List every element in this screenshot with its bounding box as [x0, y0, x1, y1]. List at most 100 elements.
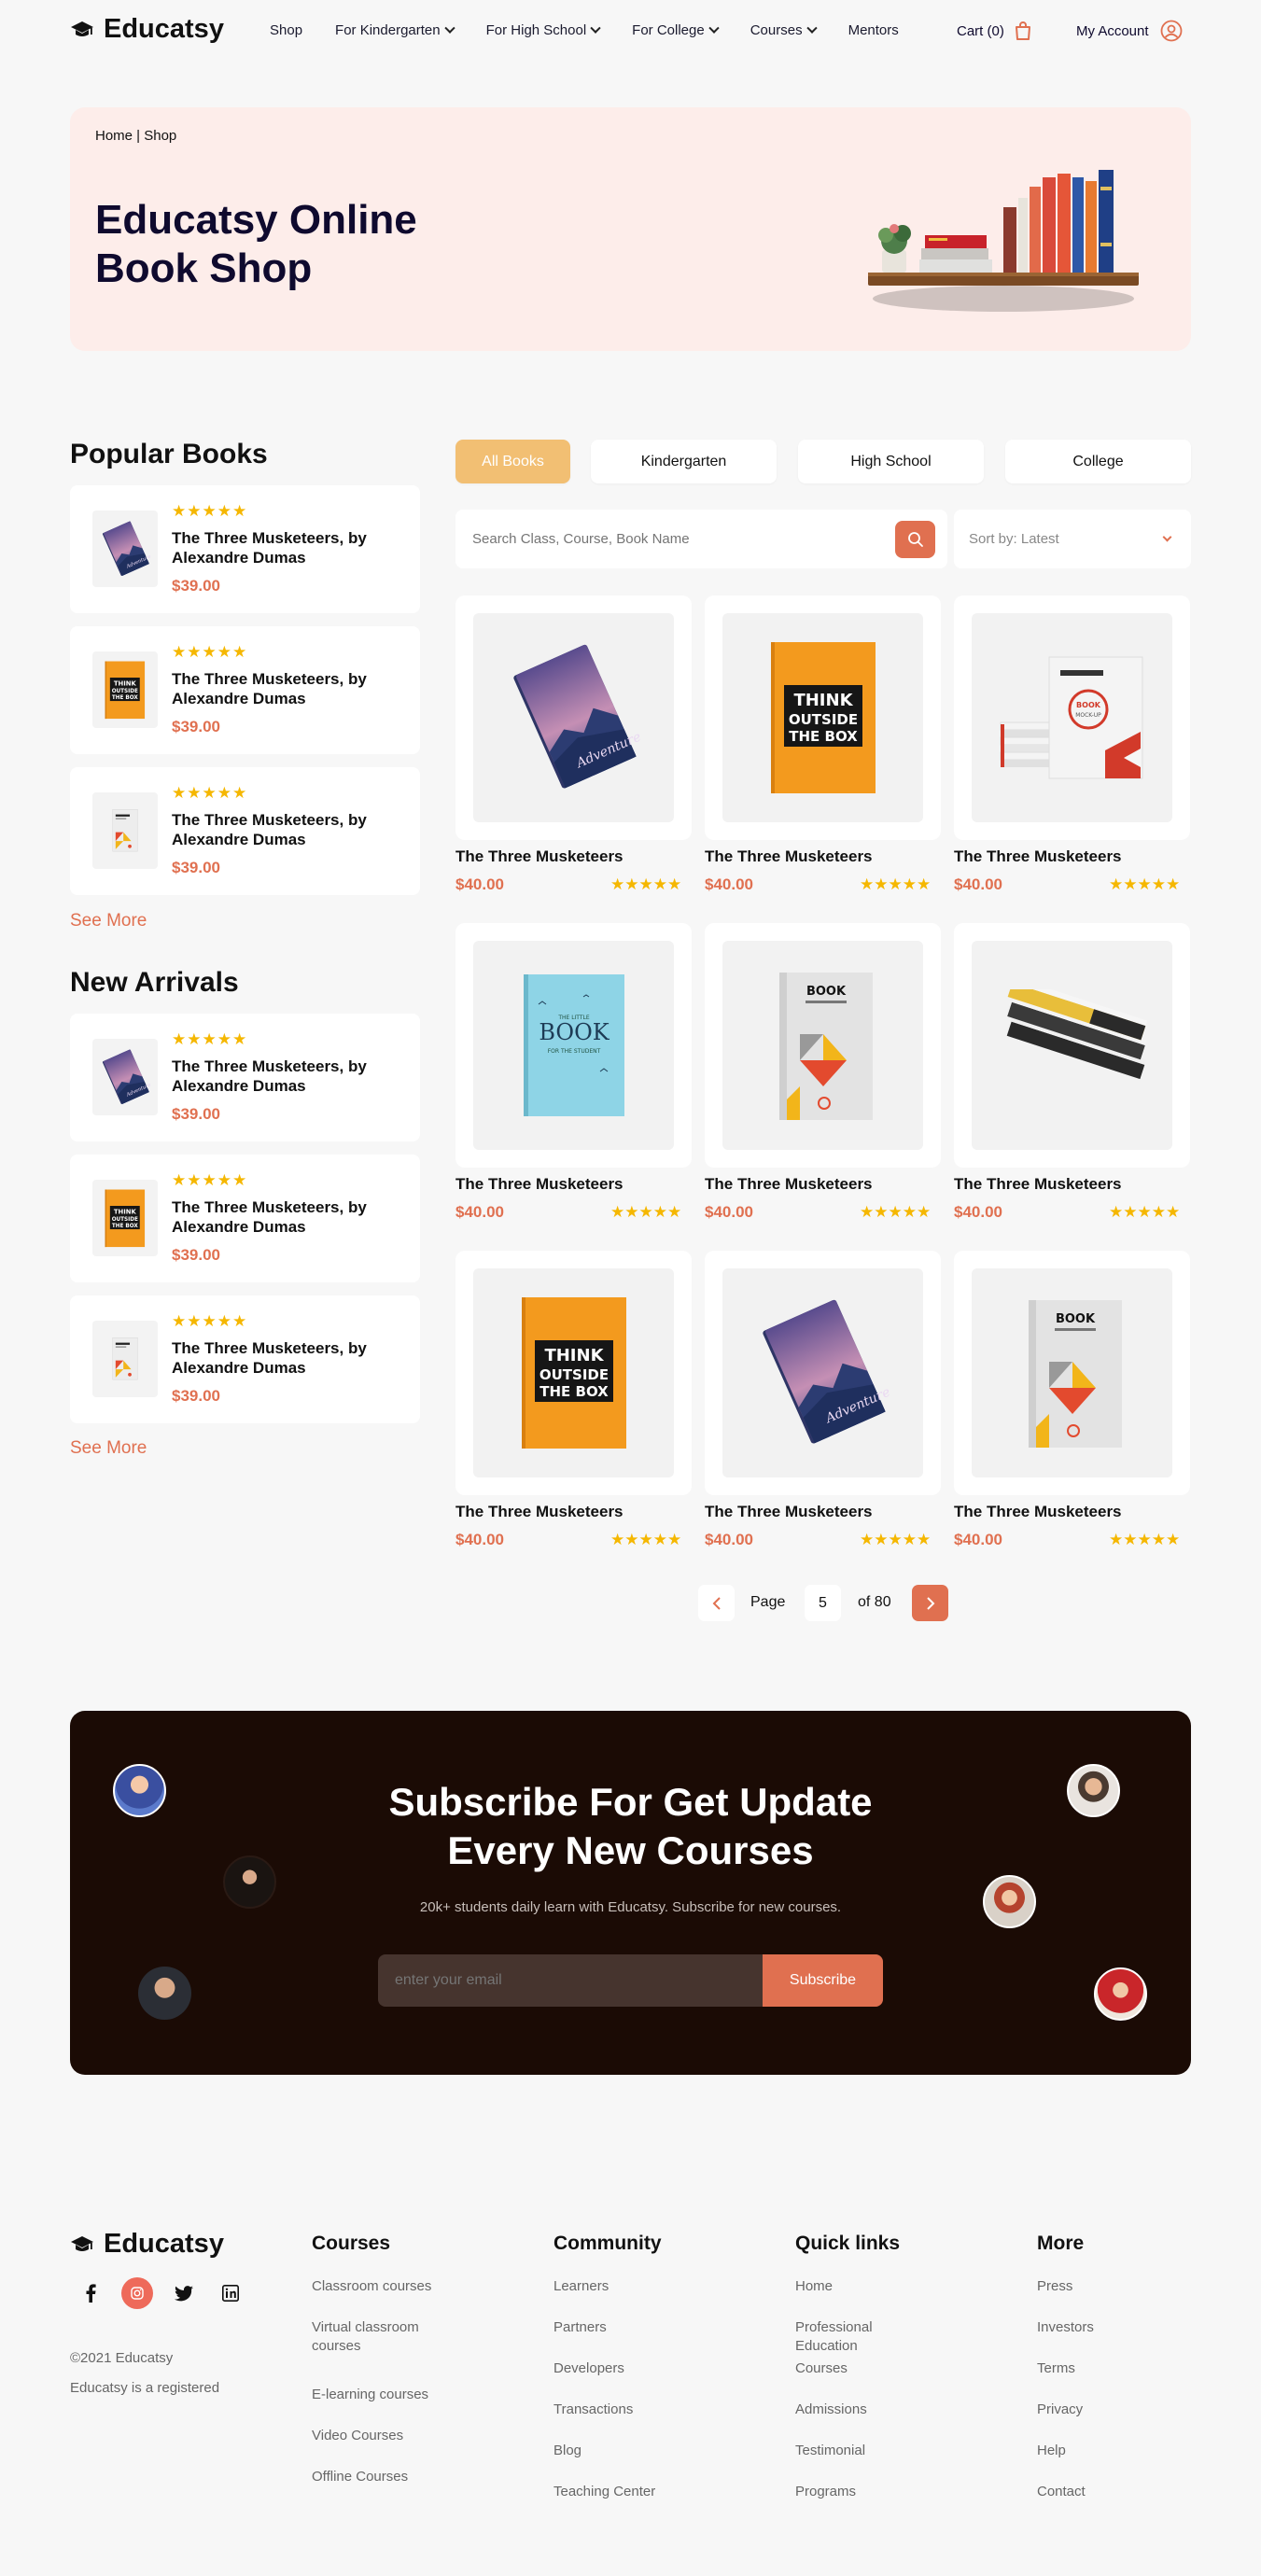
footer-link[interactable]: Virtual classroom courses: [312, 2318, 452, 2356]
product-card[interactable]: THE LITTLE BOOK FOR THE STUDENT: [455, 923, 692, 1168]
footer-link[interactable]: Admissions: [795, 2401, 935, 2419]
product-card[interactable]: BOOK MOCK-UP: [954, 595, 1190, 840]
email-input[interactable]: [395, 1968, 750, 1993]
footer-heading: Quick links: [795, 2233, 901, 2254]
tab-all-books[interactable]: All Books: [455, 440, 570, 483]
svg-text:BOOK: BOOK: [1076, 701, 1101, 709]
footer-link[interactable]: Developers: [553, 2359, 694, 2378]
nav-college[interactable]: For College: [632, 22, 720, 38]
product-card[interactable]: BOOK: [954, 1251, 1190, 1495]
footer-link[interactable]: Professional Education: [795, 2318, 935, 2356]
search-button[interactable]: [895, 521, 935, 558]
nav-mentors[interactable]: Mentors: [848, 22, 899, 38]
rating-stars: ★★★★★: [860, 875, 932, 893]
popular-book-card[interactable]: ★★★★★ The Three Musketeers, by Alexandre …: [70, 767, 420, 895]
sort-select[interactable]: Sort by: Latest: [954, 510, 1191, 568]
footer-link[interactable]: Press: [1037, 2277, 1177, 2296]
product-image: Adventure: [722, 1268, 923, 1477]
instagram-icon[interactable]: [121, 2277, 153, 2309]
footer-link[interactable]: Transactions: [553, 2401, 694, 2419]
product-title[interactable]: The Three Musketeers: [954, 1503, 1122, 1521]
footer-link[interactable]: Classroom courses: [312, 2277, 452, 2296]
product-image: BOOK: [722, 941, 923, 1150]
footer-link[interactable]: Partners: [553, 2318, 694, 2337]
nav-shop[interactable]: Shop: [270, 22, 302, 38]
popular-book-card[interactable]: THINK OUTSIDE THE BOX ★★★★★ The Three Musket…: [70, 626, 420, 754]
product-card[interactable]: [954, 923, 1190, 1168]
footer-link[interactable]: Terms: [1037, 2359, 1177, 2378]
tab-kindergarten[interactable]: Kindergarten: [591, 440, 777, 483]
prev-page-button[interactable]: [698, 1585, 735, 1621]
page-title: Educatsy Online Book Shop: [95, 196, 417, 293]
footer-link[interactable]: Learners: [553, 2277, 694, 2296]
product-title[interactable]: The Three Musketeers: [705, 1503, 873, 1521]
book-title: The Three Musketeers, by Alexandre Dumas: [172, 529, 367, 567]
footer-link[interactable]: E-learning courses: [312, 2386, 452, 2404]
footer-link[interactable]: Contact: [1037, 2483, 1177, 2501]
nav-label: For College: [632, 22, 705, 38]
nav-label: Shop: [270, 22, 303, 38]
product-price: $40.00: [954, 1203, 1002, 1221]
footer-link[interactable]: Privacy: [1037, 2401, 1177, 2419]
product-title[interactable]: The Three Musketeers: [705, 847, 873, 866]
footer-link[interactable]: Investors: [1037, 2318, 1177, 2337]
svg-text:OUTSIDE: OUTSIDE: [788, 711, 857, 728]
rating-stars: ★★★★★: [860, 1203, 932, 1221]
product-title[interactable]: The Three Musketeers: [455, 1503, 623, 1521]
product-card[interactable]: THINK OUTSIDE THE BOX: [455, 1251, 692, 1495]
product-card[interactable]: Adventure: [455, 595, 692, 840]
product-title[interactable]: The Three Musketeers: [455, 847, 623, 866]
product-title[interactable]: The Three Musketeers: [954, 1175, 1122, 1194]
brand-logo[interactable]: Educatsy: [70, 14, 224, 45]
popular-book-card[interactable]: Adventure ★★★★★ The Three Musketeers, by A…: [70, 485, 420, 613]
product-image: THINK OUTSIDE THE BOX: [722, 613, 923, 822]
book-price: $39.00: [172, 859, 220, 876]
cart-link[interactable]: Cart (0): [957, 21, 1032, 41]
tab-college[interactable]: College: [1005, 440, 1191, 483]
see-more-arrivals-link[interactable]: See More: [70, 1438, 147, 1459]
product-title[interactable]: The Three Musketeers: [705, 1175, 873, 1194]
product-title[interactable]: The Three Musketeers: [455, 1175, 623, 1194]
book-thumbnail: [92, 792, 158, 869]
product-card[interactable]: BOOK: [705, 923, 941, 1168]
page-number-input[interactable]: 5: [805, 1585, 841, 1621]
new-arrival-card[interactable]: Adventure ★★★★★ The Three Musketeers, by A…: [70, 1014, 420, 1141]
product-card[interactable]: Adventure: [705, 1251, 941, 1495]
product-image: BOOK MOCK-UP: [972, 613, 1172, 822]
subscribe-title-line: Subscribe For Get Update: [388, 1780, 873, 1824]
account-link[interactable]: My Account: [1076, 20, 1183, 42]
new-arrival-card[interactable]: THINK OUTSIDE THE BOX ★★★★★ The Three Musket…: [70, 1155, 420, 1282]
nav-high-school[interactable]: For High School: [486, 22, 601, 38]
nav-courses[interactable]: Courses: [750, 22, 818, 38]
new-arrival-card[interactable]: ★★★★★ The Three Musketeers, by Alexandre …: [70, 1295, 420, 1423]
footer-link[interactable]: Testimonial: [795, 2442, 935, 2460]
footer-link[interactable]: Programs: [795, 2483, 935, 2501]
subscribe-button[interactable]: Subscribe: [763, 1954, 883, 2007]
footer-link[interactable]: Help: [1037, 2442, 1177, 2460]
rating-stars: ★★★★★: [610, 1531, 682, 1548]
footer-brand-logo[interactable]: Educatsy: [70, 2229, 224, 2260]
footer-link[interactable]: Teaching Center: [553, 2483, 694, 2501]
tab-high-school[interactable]: High School: [798, 440, 984, 483]
facebook-icon[interactable]: [75, 2277, 106, 2309]
footer-link[interactable]: Offline Courses: [312, 2468, 452, 2486]
product-card[interactable]: THINK OUTSIDE THE BOX: [705, 595, 941, 840]
next-page-button[interactable]: [912, 1585, 948, 1621]
footer-link[interactable]: Blog: [553, 2442, 694, 2460]
book-title: The Three Musketeers, by Alexandre Dumas: [172, 1198, 367, 1236]
nav-kindergarten[interactable]: For Kindergarten: [335, 22, 455, 38]
breadcrumb[interactable]: Home | Shop: [95, 128, 176, 144]
footer-link[interactable]: Home: [795, 2277, 935, 2296]
footer-link[interactable]: Courses: [795, 2359, 935, 2378]
search-input[interactable]: [472, 526, 864, 552]
footer-link[interactable]: Video Courses: [312, 2427, 452, 2445]
hero-banner: Home | Shop Educatsy Online Book Shop: [70, 107, 1191, 351]
svg-text:THE BOX: THE BOX: [112, 694, 138, 700]
see-more-popular-link[interactable]: See More: [70, 911, 147, 931]
product-price: $40.00: [705, 875, 753, 893]
twitter-icon[interactable]: [168, 2277, 200, 2309]
linkedin-icon[interactable]: [215, 2277, 246, 2309]
product-price: $40.00: [455, 1203, 504, 1221]
product-title[interactable]: The Three Musketeers: [954, 847, 1122, 866]
svg-text:FOR THE STUDENT: FOR THE STUDENT: [547, 1048, 600, 1055]
